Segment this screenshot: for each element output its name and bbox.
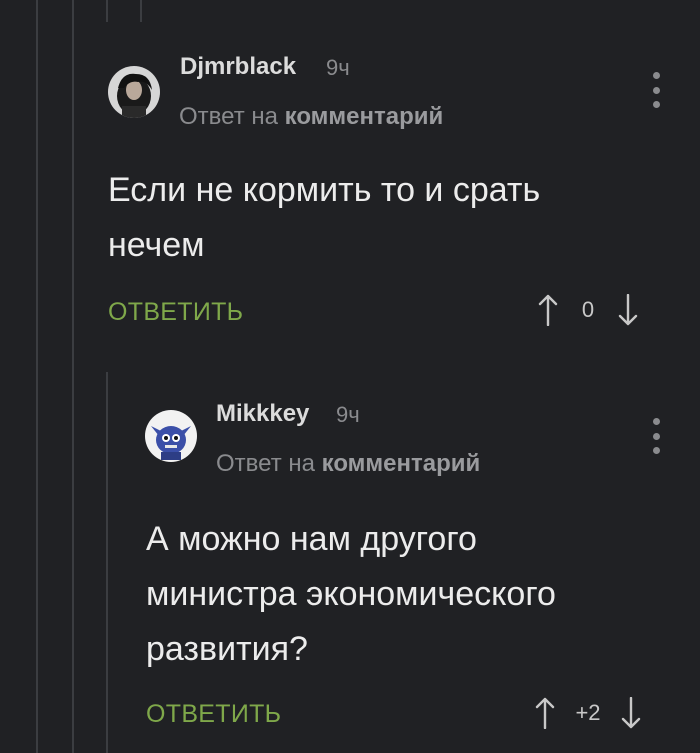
avatar[interactable] (145, 410, 197, 462)
comment-line: А можно нам другого (146, 520, 477, 558)
reply-to-link[interactable]: комментарий (322, 450, 481, 477)
reply-to-prefix: Ответ на (216, 450, 315, 477)
arrow-down-icon[interactable] (616, 695, 646, 731)
comment-line: министра экономического (146, 575, 556, 613)
vote-controls: +2 (530, 695, 646, 731)
vote-score: +2 (575, 700, 601, 725)
arrow-up-icon[interactable] (530, 695, 560, 731)
comment-line: развития? (146, 630, 308, 668)
reply-button[interactable]: ОТВЕТИТЬ (146, 700, 281, 729)
username[interactable]: Mikkkey (216, 400, 309, 428)
reply-to-line: Ответ на комментарий (216, 450, 480, 478)
more-vertical-icon[interactable] (645, 416, 667, 456)
avatar-image (145, 410, 197, 462)
comment-body: А можно нам другого министра экономическ… (146, 512, 556, 677)
comment-time: 9ч (336, 402, 360, 427)
comment-mikkkey: Mikkkey 9ч Ответ на комментарий А можно … (0, 0, 700, 753)
